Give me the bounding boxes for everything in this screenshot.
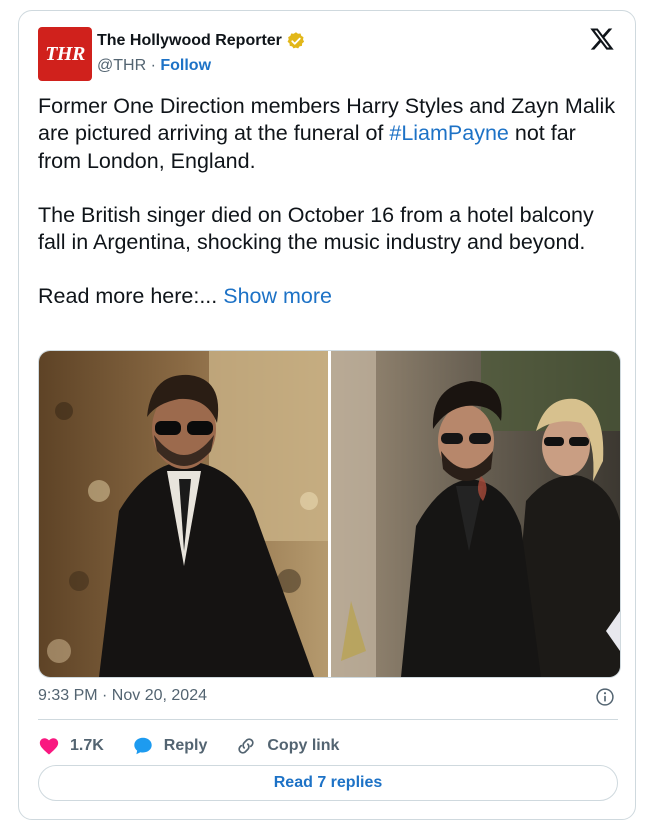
link-icon — [238, 738, 254, 754]
divider — [38, 719, 618, 720]
read-replies-label: Read 7 replies — [273, 774, 383, 791]
reply-button[interactable]: Reply — [132, 735, 208, 757]
account-name[interactable]: The Hollywood Reporter — [97, 32, 282, 50]
photo-harry-styles[interactable] — [39, 351, 328, 677]
like-count: 1.7K — [70, 737, 104, 754]
info-icon[interactable] — [595, 687, 615, 707]
media-gallery[interactable] — [38, 350, 621, 678]
reply-label: Reply — [163, 737, 208, 754]
verified-badge-icon — [287, 32, 304, 49]
avatar-logo-text: THR — [45, 42, 85, 65]
tweet-text: Former One Direction members Harry Style… — [38, 93, 623, 311]
like-button[interactable]: 1.7K — [38, 735, 104, 757]
tweet-timestamp[interactable]: 9:33 PM · Nov 20, 2024 — [38, 687, 207, 705]
read-more-text: Read more here:... — [38, 284, 224, 309]
avatar[interactable]: THR — [38, 27, 92, 81]
read-replies-button[interactable]: Read 7 replies — [38, 765, 618, 801]
hashtag-link[interactable]: #LiamPayne — [389, 121, 509, 145]
copy-link-label: Copy link — [267, 737, 340, 754]
account-name-row: The Hollywood Reporter — [97, 31, 306, 51]
reply-bubble-icon — [134, 737, 152, 755]
show-more-link[interactable]: Show more — [223, 284, 332, 308]
heart-icon — [39, 738, 59, 755]
copy-link-button[interactable]: Copy link — [235, 735, 339, 757]
tweet-paragraph-3: Read more here:... Show more — [38, 283, 623, 310]
tweet-paragraph-1: Former One Direction members Harry Style… — [38, 93, 623, 175]
handle-row: @THR · Follow — [97, 57, 211, 75]
follow-button[interactable]: Follow — [160, 57, 211, 74]
photo-zayn-malik[interactable] — [331, 351, 620, 677]
tweet-paragraph-2: The British singer died on October 16 fr… — [38, 202, 594, 255]
account-handle[interactable]: @THR — [97, 57, 146, 74]
x-logo-icon[interactable] — [589, 26, 615, 52]
separator-dot: · — [150, 57, 156, 74]
action-bar: 1.7K Reply Copy link — [38, 731, 367, 761]
tweet-card: THR The Hollywood Reporter @THR · Follow… — [18, 10, 636, 820]
